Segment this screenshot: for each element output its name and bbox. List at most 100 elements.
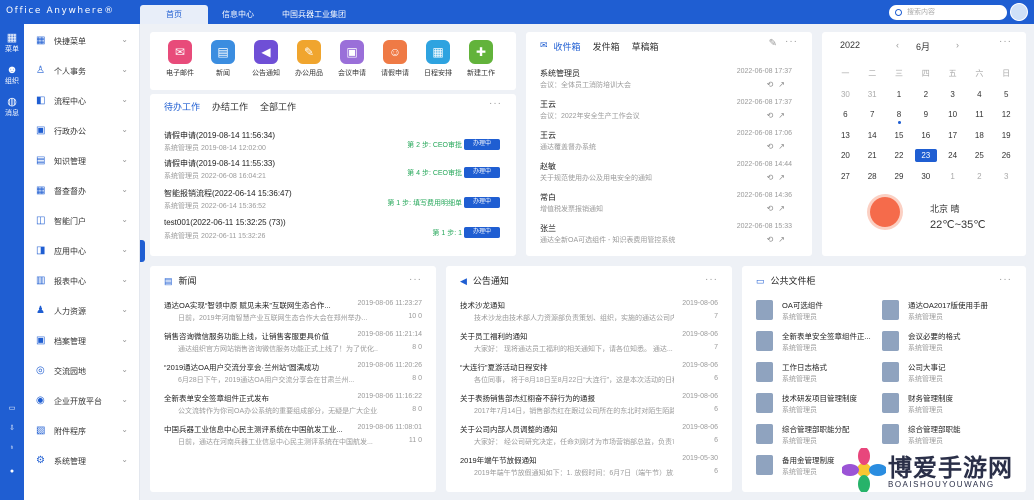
calendar-day[interactable]: 9 [912,107,939,128]
more-icon[interactable]: ··· [999,36,1012,47]
todo-row[interactable]: 请假申请(2019-08-14 11:55:33) 系统管理员 2022-06-… [164,158,504,186]
calendar-day[interactable]: 19 [993,128,1020,149]
app-calendar[interactable]: ▦ 日程安排 [418,40,458,78]
calendar-day[interactable]: 10 [939,107,966,128]
tab-inbox[interactable]: 收件箱 [554,40,581,53]
todo-row[interactable]: test001(2022-06-11 15:32:25 (73)) 系统管理员 … [164,218,504,246]
mail-action-icons[interactable]: ⟲↗ [767,80,790,89]
sidebar-item-hr[interactable]: ♟ 人力资源 ⌄ [24,296,140,326]
tab-home[interactable]: 首页 [140,5,208,24]
sidebar-item-portal[interactable]: ◫ 智能门户 ⌄ [24,206,140,236]
sidebar-item-knowledge[interactable]: ▤ 知识管理 ⌄ [24,146,140,176]
mail-row[interactable]: 赵敏 关于规范使用办公及用电安全的通知 2022-06-08 14:44 ⟲↗ [540,156,802,187]
mail-row[interactable]: 系统管理员 会议：全体员工消防培训大会 2022-06-08 17:37 ⟲↗ [540,63,802,94]
calendar-day[interactable]: 22 [886,148,913,169]
handle-button[interactable]: 办理中 [464,139,500,150]
news-row[interactable]: “2019通达OA用户交流分享会·兰州站”圆满成功 2019-08-06 11:2… [164,362,426,393]
sidebar-item-admin[interactable]: ▣ 行政办公 ⌄ [24,116,140,146]
notice-row[interactable]: 关于员工福利的通知 2019-08-06 大家好： 现将通达员工福利的相关通知下，请… [460,331,722,362]
notice-row[interactable]: 2019年端午节放假通知 2019-05-30 2019年端午节放假通知如下：1. … [460,455,722,486]
tab-outbox[interactable]: 发件箱 [593,40,620,53]
sidebar-item-personal[interactable]: ♙ 个人事务 ⌄ [24,56,140,86]
sidebar-item-shortcuts[interactable]: ▦ 快捷菜单 ⌄ [24,26,140,56]
calendar-day[interactable]: 26 [993,148,1020,169]
calendar-day[interactable]: 28 [859,169,886,190]
calendar-day[interactable]: 23 [912,148,939,169]
tab-drafts[interactable]: 草稿箱 [632,40,659,53]
calendar-day[interactable]: 27 [832,169,859,190]
calendar-day[interactable]: 21 [859,148,886,169]
calendar-day[interactable]: 7 [859,107,886,128]
app-email[interactable]: ✉ 电子邮件 [160,40,200,78]
calendar-day[interactable]: 8 [886,107,913,128]
file-item[interactable]: OA可选组件 系统管理员 [756,298,886,326]
file-item[interactable]: 财务管理制度 系统管理员 [882,391,1012,419]
tab-all-work[interactable]: 全部工作 [260,100,296,113]
handle-button[interactable]: 办理中 [464,197,500,208]
sidebar-item-forum[interactable]: ◎ 交流园地 ⌄ [24,356,140,386]
rail-message[interactable]: ◍ 消息 [0,96,24,118]
sidebar-item-system[interactable]: ⚙ 系统管理 ⌄ [24,446,140,476]
sidebar-item-archives[interactable]: ▣ 档案管理 ⌄ [24,326,140,356]
calendar-month[interactable]: 6月 [916,40,930,53]
calendar-day[interactable]: 6 [832,107,859,128]
avatar[interactable] [1010,3,1028,21]
more-icon[interactable]: ··· [409,274,422,285]
calendar-day[interactable]: 3 [993,169,1020,190]
calendar-day[interactable]: 25 [966,148,993,169]
calendar-day[interactable]: 18 [966,128,993,149]
todo-row[interactable]: 请假申请(2019-08-14 11:56:34) 系统管理员 2019-08-… [164,130,504,158]
sidebar-item-workflow[interactable]: ◧ 流程中心 ⌄ [24,86,140,116]
mail-action-icons[interactable]: ⟲↗ [767,111,790,120]
shirt-icon[interactable]: ♁ [0,444,24,451]
calendar-day[interactable]: 17 [939,128,966,149]
file-item[interactable]: 公司大事记 系统管理员 [882,360,1012,388]
monitor-icon[interactable]: ▭ [0,404,24,412]
calendar-day[interactable]: 30 [832,87,859,108]
mail-action-icons[interactable]: ⟲↗ [767,142,790,151]
tab-finished-work[interactable]: 办结工作 [212,100,248,113]
sidebar-item-attachments[interactable]: ▧ 附件程序 ⌄ [24,416,140,446]
tab-info-center[interactable]: 信息中心 [208,5,268,24]
sidebar-item-apps[interactable]: ◨ 应用中心 ⌄ [24,236,140,266]
notice-row[interactable]: 关于公司内部人员调整的通知 2019-08-06 大家好： 经公司研究决定，任命刘刚… [460,424,722,455]
mail-row[interactable]: 王云 通达覆盖督办系统 2022-06-08 17:06 ⟲↗ [540,125,802,156]
notice-row[interactable]: 关于表扬销售部杰红栩奋不辞行为的通报 2019-08-06 2017年7月14日，销… [460,393,722,424]
calendar-day[interactable]: 1 [886,87,913,108]
prev-month-icon[interactable]: ‹ [896,40,899,50]
calendar-day[interactable]: 15 [886,128,913,149]
sidebar-item-reports[interactable]: ▥ 报表中心 ⌄ [24,266,140,296]
news-row[interactable]: 中国兵器工业信息中心民主测评系统在中国航发工业... 2019-08-06 11:… [164,424,426,455]
mail-action-icons[interactable]: ⟲↗ [767,204,790,213]
more-icon[interactable]: ··· [785,36,798,47]
calendar-day[interactable]: 14 [859,128,886,149]
mail-action-icons[interactable]: ⟲↗ [767,235,790,244]
tab-group[interactable]: 中国兵器工业集团 [268,5,360,24]
tab-pending-work[interactable]: 待办工作 [164,100,200,113]
mail-action-icons[interactable]: ⟲↗ [767,173,790,182]
app-leave[interactable]: ☺ 请假申请 [375,40,415,78]
calendar-day[interactable]: 12 [993,107,1020,128]
app-supplies[interactable]: ✎ 办公用品 [289,40,329,78]
app-meeting[interactable]: ▣ 会议申请 [332,40,372,78]
calendar-day[interactable]: 20 [832,148,859,169]
calendar-day[interactable]: 16 [912,128,939,149]
calendar-day[interactable]: 2 [966,169,993,190]
sidebar-collapse-handle[interactable] [140,240,145,262]
app-notice[interactable]: ◀ 公告通知 [246,40,286,78]
rail-menu[interactable]: ▦ 菜单 [0,32,24,54]
calendar-year[interactable]: 2022 [840,40,860,50]
news-row[interactable]: 通达OA实现“智领中原 赋见未来”互联网生态合作... 2019-08-06 11… [164,300,426,331]
todo-row[interactable]: 智能报销流程(2022-06-14 15:36:47) 系统管理员 2022-0… [164,188,504,216]
mail-row[interactable]: 王云 会议：2022年安全生产工作会议 2022-06-08 17:37 ⟲↗ [540,94,802,125]
new-badge-icon[interactable]: ● [0,468,24,475]
calendar-day[interactable]: 29 [886,169,913,190]
file-item[interactable]: 工作日志格式 系统管理员 [756,360,886,388]
mail-row[interactable]: 常白 增值税发票报销通知 2022-06-08 14:36 ⟲↗ [540,187,802,218]
calendar-day[interactable]: 13 [832,128,859,149]
next-month-icon[interactable]: › [956,40,959,50]
calendar-day[interactable]: 1 [939,169,966,190]
file-item[interactable]: 通达OA2017版使用手册 系统管理员 [882,298,1012,326]
rail-org[interactable]: ☻ 组织 [0,64,24,86]
more-icon[interactable]: ··· [489,98,502,109]
